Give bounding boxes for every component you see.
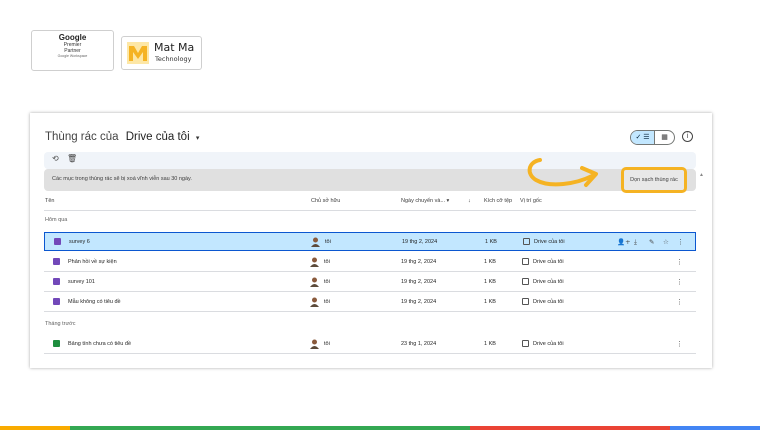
strip-red [470,426,670,430]
more-icon[interactable]: ⋮ [677,238,684,246]
download-icon[interactable]: ⤓ [634,238,637,247]
file-owner: tôi [324,279,330,285]
section-yesterday: Hôm qua [45,217,68,223]
file-location[interactable]: Drive của tôi [533,279,564,285]
column-header: Tên Chủ sở hữu Ngày chuyển và... ▾ ↓ Kíc… [44,196,696,208]
restore-icon[interactable]: ⟲ [52,154,59,163]
file-owner: tôi [324,341,330,347]
file-date: 19 thg 2, 2024 [402,239,438,245]
file-location[interactable]: Drive của tôi [533,259,564,265]
info-icon[interactable]: i [682,131,693,142]
file-row[interactable]: Phản hồi về sự kiện tôi 19 thg 2, 2024 1… [44,253,696,272]
google-logo-text: Google [58,33,87,42]
more-icon[interactable]: ⋮ [676,340,683,348]
drive-icon [522,298,529,305]
file-name: survey 6 [69,239,90,245]
file-date: 19 thg 2, 2024 [401,299,437,305]
star-icon[interactable]: ☆ [663,238,669,246]
grid-view-button[interactable]: ▦ [655,131,674,144]
avatar [310,297,319,307]
forms-icon [53,278,60,285]
column-date[interactable]: Ngày chuyển và... ▾ [401,198,449,204]
sort-arrow-icon[interactable]: ↓ [468,198,471,204]
forms-icon [53,298,60,305]
google-premier-partner-logo: Google Premier Partner Google Workspace [31,30,114,71]
file-size: 1 KB [484,341,496,347]
file-date: 19 thg 2, 2024 [401,259,437,265]
file-name: Bảng tính chưa có tiêu đề [68,341,132,347]
drive-icon [523,238,530,245]
avatar [311,237,320,247]
column-location[interactable]: Vị trí gốc [520,198,542,204]
file-date: 19 thg 2, 2024 [401,279,437,285]
file-size: 1 KB [484,279,496,285]
sheets-icon [53,340,60,347]
file-size: 1 KB [485,239,497,245]
drive-icon [522,340,529,347]
page-title: Thùng rác của Drive của tôi ▾ [45,131,199,143]
trash-panel: Thùng rác của Drive của tôi ▾ ✓ ☰ ▦ i ⟲ … [30,113,712,368]
delete-forever-icon[interactable]: 🗑 [67,154,77,163]
file-name: Mẫu không có tiêu đề [68,299,121,305]
drive-icon [522,278,529,285]
file-location[interactable]: Drive của tôi [534,239,565,245]
more-icon[interactable]: ⋮ [676,258,683,266]
file-location[interactable]: Drive của tôi [533,299,564,305]
rename-icon[interactable]: ✎ [649,238,654,246]
avatar [310,339,319,349]
avatar [310,277,319,287]
file-row[interactable]: Bảng tính chưa có tiêu đề tôi 23 thg 1, … [44,335,696,354]
strip-yellow [0,426,70,430]
strip-blue [670,426,760,430]
trash-notice-text: Các mục trong thùng rác sẽ bị xoá vĩnh v… [52,176,192,182]
file-size: 1 KB [484,259,496,265]
file-name: Phản hồi về sự kiện [68,259,117,265]
list-view-button[interactable]: ✓ ☰ [631,131,655,144]
file-name: survey 101 [68,279,95,285]
file-location[interactable]: Drive của tôi [533,341,564,347]
section-last-month: Tháng trước [45,321,76,327]
more-icon[interactable]: ⋮ [676,298,683,306]
share-icon[interactable]: 👤+ [617,238,631,246]
chevron-down-icon[interactable]: ▾ [196,135,200,142]
drive-selector[interactable]: Drive của tôi [126,131,190,143]
header-divider [44,210,696,211]
matma-logo: Mat Ma Technology [121,36,202,70]
file-row[interactable]: Mẫu không có tiêu đề tôi 19 thg 2, 2024 … [44,293,696,312]
annotation-arrow-icon [527,158,598,187]
strip-green [70,426,470,430]
avatar [310,257,319,267]
forms-icon [54,238,61,245]
scroll-up-icon[interactable]: ▲ [699,172,704,178]
drive-icon [522,258,529,265]
file-owner: tôi [325,239,331,245]
matma-name: Mat Ma [154,41,195,54]
matma-tagline: Technology [155,55,192,63]
file-size: 1 KB [484,299,496,305]
forms-icon [53,258,60,265]
file-row[interactable]: survey 6 tôi 19 thg 2, 2024 1 KB Drive c… [44,232,696,251]
title-prefix: Thùng rác của [45,131,119,143]
column-owner[interactable]: Chủ sở hữu [311,198,340,204]
more-icon[interactable]: ⋮ [676,278,683,286]
view-toggle[interactable]: ✓ ☰ ▦ [630,130,675,145]
column-name[interactable]: Tên [45,198,54,204]
matma-mark-icon [127,42,149,64]
file-row[interactable]: survey 101 tôi 19 thg 2, 2024 1 KB Drive… [44,273,696,292]
file-date: 23 thg 1, 2024 [401,341,437,347]
file-owner: tôi [324,299,330,305]
column-size[interactable]: Kích cỡ tệp [484,198,512,204]
file-owner: tôi [324,259,330,265]
workspace-text: Google Workspace [57,54,88,58]
empty-trash-button[interactable]: Dọn sạch thùng rác [621,167,687,193]
